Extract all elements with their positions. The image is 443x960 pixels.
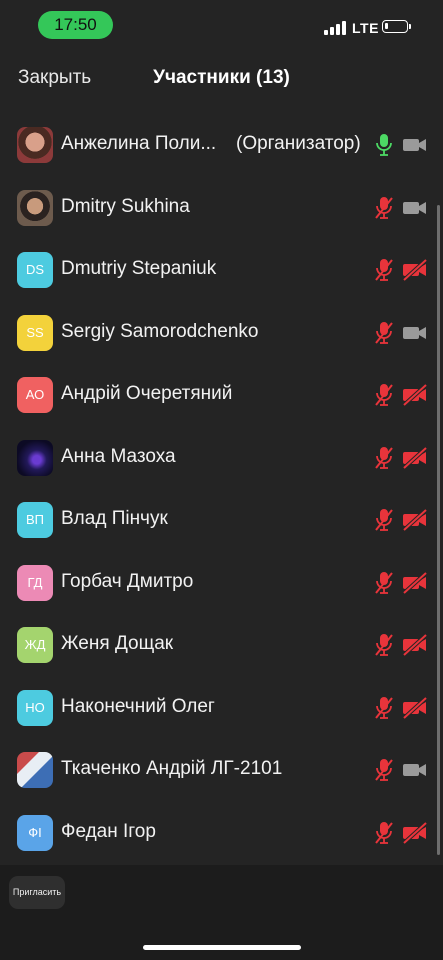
video-camera-off-icon[interactable] [402,696,428,719]
participant-row[interactable]: АО Андрій Очеретяний [0,364,443,427]
video-camera-icon[interactable] [402,322,428,344]
microphone-muted-icon[interactable] [373,570,395,596]
video-camera-off-icon[interactable] [402,508,428,532]
invite-button[interactable]: Пригласить [9,876,65,909]
microphone-muted-icon[interactable] [373,695,395,721]
participant-row[interactable]: Dmitry Sukhina [0,177,443,240]
microphone-muted-icon[interactable] [373,632,395,658]
battery-icon [382,20,411,33]
participant-name: Горбач Дмитро [61,570,194,592]
microphone-icon[interactable] [373,132,395,158]
video-camera-off-icon[interactable] [402,383,428,407]
avatar: ЖД [17,627,53,663]
participant-row[interactable]: ВП Влад Пінчук [0,489,443,552]
page-title: Участники (13) [153,67,290,88]
participant-name: Sergiy Samorodchenko [61,320,259,342]
footer: Пригласить [0,865,443,960]
participant-row[interactable]: ФІ Федан Ігор [0,802,443,865]
participant-row[interactable]: Ткаченко Андрій ЛГ-2101 [0,739,443,802]
microphone-muted-icon[interactable] [373,195,395,221]
video-camera-off-icon[interactable] [402,633,428,657]
scrollbar[interactable] [437,205,440,855]
avatar: ФІ [17,814,53,851]
participant-name: Dmutriy Stepaniuk [61,258,217,279]
microphone-muted-icon[interactable] [373,820,395,846]
participant-name: Ткаченко Андрій ЛГ-2101 [61,758,283,779]
signal-icon [324,21,346,35]
participant-row[interactable]: Анжелина Поли... (Организатор) [0,114,443,177]
participant-name: Влад Пінчук [61,508,168,529]
organizer-label: (Организатор) [236,133,361,154]
video-camera-icon[interactable] [402,134,428,156]
microphone-muted-icon[interactable] [373,757,395,783]
participant-row[interactable]: SS Sergiy Samorodchenko [0,302,443,365]
video-camera-off-icon[interactable] [402,446,428,469]
avatar [17,189,53,226]
video-camera-icon[interactable] [402,197,428,219]
avatar: АО [17,377,53,413]
video-camera-off-icon[interactable] [402,571,428,594]
participant-name: Наконечний Олег [61,695,215,717]
participant-row[interactable]: ЖД Женя Дощак [0,614,443,677]
avatar: ВП [17,502,53,538]
avatar: DS [17,252,53,288]
microphone-muted-icon[interactable] [373,382,395,408]
participant-row[interactable]: Анна Мазоха [0,427,443,490]
participant-name: Анжелина Поли... [61,133,217,154]
home-indicator[interactable] [143,945,301,950]
microphone-muted-icon[interactable] [373,257,395,283]
video-camera-icon[interactable] [402,759,428,781]
participant-row[interactable]: НО Наконечний Олег [0,677,443,740]
avatar: SS [17,314,53,351]
network-label: LTE [352,20,379,36]
avatar: НО [17,689,53,726]
status-bar: 17:50 LTE [0,0,443,52]
nav-bar: Закрыть Участники (13) [0,52,443,108]
video-camera-off-icon[interactable] [402,821,428,844]
participant-row[interactable]: DS Dmutriy Stepaniuk [0,239,443,302]
participant-name: Андрій Очеретяний [61,383,233,404]
avatar [17,127,53,163]
microphone-muted-icon[interactable] [373,507,395,533]
participant-name: Анна Мазоха [61,445,176,467]
participant-name: Dmitry Sukhina [61,195,190,217]
video-camera-off-icon[interactable] [402,258,428,282]
microphone-muted-icon[interactable] [373,320,395,346]
microphone-muted-icon[interactable] [373,445,395,471]
status-time[interactable]: 17:50 [38,11,113,39]
participant-row[interactable]: ГД Горбач Дмитро [0,552,443,615]
avatar [17,439,53,476]
avatar [17,752,53,788]
participant-name: Женя Дощак [61,633,174,654]
avatar: ГД [17,564,53,601]
participant-list[interactable]: Анжелина Поли... (Организатор) Dmitry Sukh… [0,114,443,864]
participant-name: Федан Ігор [61,820,156,842]
